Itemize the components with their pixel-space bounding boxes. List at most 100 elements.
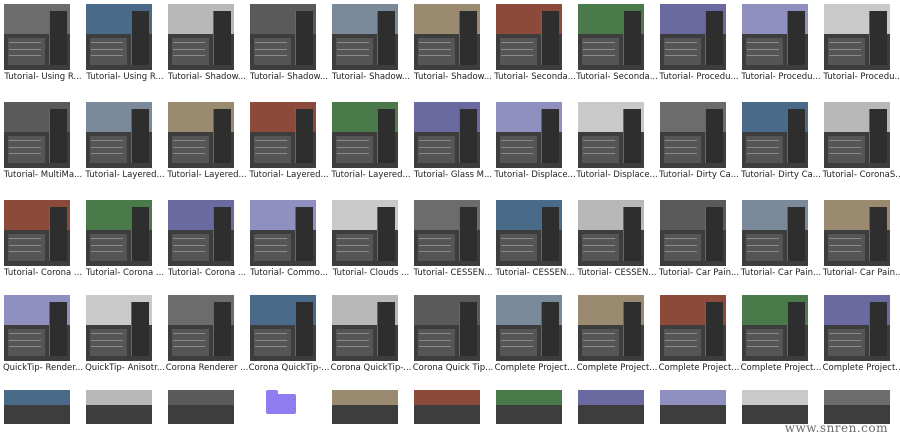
file-item[interactable]: Tutorial- Shadow... [246, 0, 328, 90]
file-item[interactable]: Tutorial- Displace... [492, 98, 576, 188]
file-item[interactable]: Tutorial- CESSEN... [492, 196, 574, 286]
file-item[interactable] [82, 386, 164, 439]
file-item[interactable]: Corona Renderer ... [164, 291, 248, 381]
thumbnail-line [747, 251, 779, 253]
thumbnail-line [665, 153, 697, 155]
thumbnail-line [9, 333, 41, 335]
file-name: Tutorial- Layered... [85, 170, 165, 180]
file-item[interactable]: Complete Project... [656, 291, 739, 381]
thumbnail-line [501, 346, 533, 348]
thumbnail [742, 200, 808, 266]
thumbnail-line [829, 238, 861, 240]
thumbnail-line [255, 333, 287, 335]
file-item[interactable]: Tutorial- Dirty Ca... [738, 98, 821, 188]
file-name: Complete Project... [658, 363, 740, 373]
thumbnail-line [419, 339, 451, 341]
thumbnail-line [665, 140, 697, 142]
file-item[interactable]: Tutorial- Procedu... [656, 0, 739, 90]
thumbnail [414, 390, 480, 424]
file-item[interactable]: Tutorial- Corona ... [82, 196, 164, 286]
file-item[interactable] [164, 386, 246, 439]
file-item[interactable]: Tutorial- Shadow... [328, 0, 410, 90]
file-item[interactable] [246, 386, 328, 439]
file-item[interactable]: Tutorial- Car Pain... [656, 196, 739, 286]
thumbnail-line [583, 55, 615, 57]
file-item[interactable]: Tutorial- Procedu... [738, 0, 821, 90]
thumbnail-preview [332, 390, 398, 406]
thumbnail-line [255, 48, 287, 50]
file-item[interactable] [574, 386, 656, 439]
thumbnail [824, 390, 890, 424]
thumbnail [250, 102, 316, 168]
thumbnail [4, 102, 70, 168]
thumbnail-line [501, 42, 533, 44]
thumbnail-panel [541, 108, 560, 163]
thumbnail-line [9, 244, 41, 246]
file-name: Tutorial- MultiMa... [3, 170, 83, 180]
file-item[interactable] [656, 386, 738, 439]
file-item[interactable]: Tutorial- Clouds ... [328, 196, 410, 286]
thumbnail [250, 200, 316, 266]
thumbnail-line [255, 238, 287, 240]
thumbnail-panel [131, 10, 150, 65]
file-item[interactable]: Corona QuickTip-... [328, 291, 411, 381]
file-item[interactable]: Tutorial- CESSEN... [574, 196, 656, 286]
thumbnail-line [419, 48, 451, 50]
thumbnail-line [419, 55, 451, 57]
file-item[interactable]: Corona QuickTip-... [246, 291, 329, 381]
thumbnail-line [419, 238, 451, 240]
file-name: Complete Project... [576, 363, 658, 373]
file-item[interactable]: Complete Project... [574, 291, 657, 381]
thumbnail-panel [705, 206, 724, 261]
file-item[interactable]: Tutorial- Layered... [246, 98, 329, 188]
file-item[interactable]: Complete Project... [820, 291, 900, 381]
file-item[interactable]: Tutorial- Glass M... [410, 98, 492, 188]
thumbnail-line [9, 55, 41, 57]
file-item[interactable]: Tutorial- Shadow... [410, 0, 492, 90]
file-item[interactable]: Complete Project... [738, 291, 821, 381]
file-item[interactable]: Complete Project... [492, 291, 575, 381]
file-item[interactable]: Tutorial- Using R... [82, 0, 164, 90]
file-item[interactable]: Tutorial- Seconda... [574, 0, 658, 90]
file-item[interactable] [410, 386, 492, 439]
file-item[interactable]: Tutorial- Seconda... [492, 0, 576, 90]
file-item[interactable]: Corona Quick Tip... [410, 291, 493, 381]
file-item[interactable]: Tutorial- Displace... [574, 98, 658, 188]
thumbnail-line [665, 146, 697, 148]
file-item[interactable]: Tutorial- Layered... [164, 98, 247, 188]
file-item[interactable] [492, 386, 574, 439]
file-item[interactable]: Tutorial- Commo... [246, 196, 328, 286]
file-item[interactable]: Tutorial- Dirty Ca... [656, 98, 739, 188]
file-item[interactable]: Tutorial- MultiMa... [0, 98, 82, 188]
file-item[interactable]: Tutorial- Shadow... [164, 0, 246, 90]
thumbnail [496, 200, 562, 266]
file-item[interactable] [328, 386, 410, 439]
file-item[interactable]: Tutorial- CESSEN... [410, 196, 492, 286]
thumbnail-line [747, 238, 779, 240]
thumbnail [414, 102, 480, 168]
file-item[interactable]: Tutorial- Car Pain... [738, 196, 821, 286]
file-item[interactable]: Tutorial- Procedu... [820, 0, 900, 90]
file-item[interactable]: QuickTip- Render... [0, 291, 83, 381]
file-item[interactable]: QuickTip- Anisotr... [82, 291, 165, 381]
file-name: Tutorial- Dirty Ca... [741, 170, 821, 180]
file-item[interactable]: Tutorial- Layered... [82, 98, 165, 188]
file-item[interactable]: Tutorial- Layered... [328, 98, 411, 188]
thumbnail [578, 390, 644, 424]
thumbnail [660, 200, 726, 266]
thumbnail-line [91, 251, 123, 253]
thumbnail [742, 4, 808, 70]
thumbnail [86, 295, 152, 361]
file-item[interactable]: Tutorial- CoronaS... [820, 98, 900, 188]
file-item[interactable] [0, 386, 82, 439]
thumbnail [660, 295, 726, 361]
file-item[interactable]: Tutorial- Car Pain... [820, 196, 900, 286]
thumbnail-line [665, 346, 697, 348]
file-item[interactable]: Tutorial- Corona ... [0, 196, 82, 286]
file-item[interactable]: Tutorial- Corona ... [164, 196, 246, 286]
thumbnail-line [9, 238, 41, 240]
file-item[interactable]: Tutorial- Using R... [0, 0, 82, 90]
file-name: Tutorial- Layered... [249, 170, 329, 180]
thumbnail-line [9, 153, 41, 155]
thumbnail-line [829, 55, 861, 57]
